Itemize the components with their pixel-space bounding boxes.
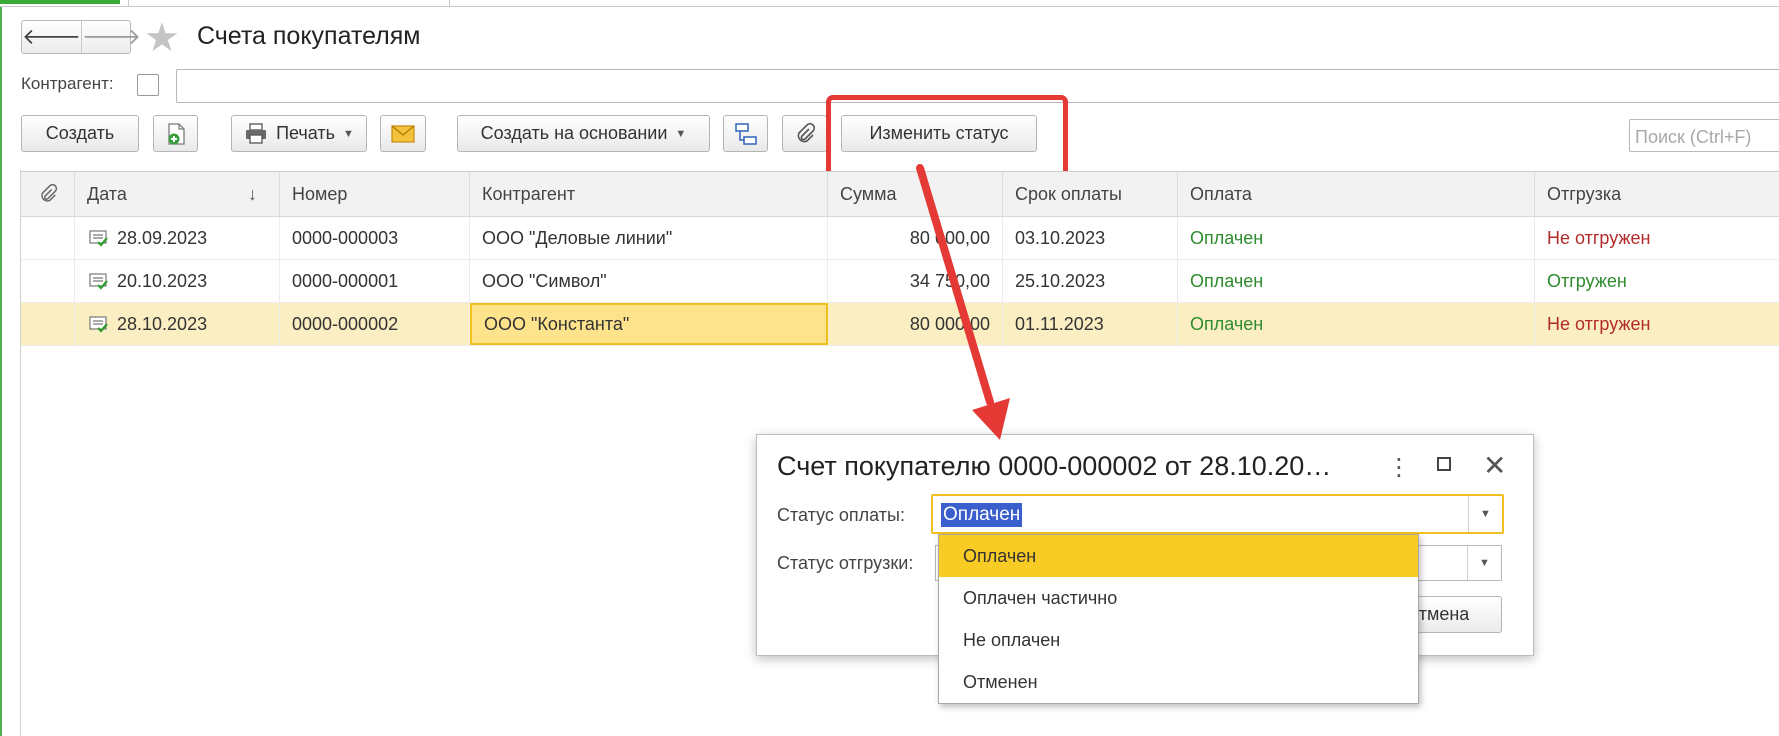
column-header-number[interactable]: Номер	[280, 172, 470, 216]
counterparty-filter-label: Контрагент:	[21, 74, 114, 93]
number-cell: 0000-000002	[280, 303, 470, 345]
column-header-label: Контрагент	[482, 183, 576, 204]
date-cell: 28.10.2023	[75, 303, 280, 345]
payment-status-label: Статус оплаты:	[777, 505, 905, 525]
column-header-label: Дата	[87, 183, 127, 204]
attachment-cell	[21, 217, 75, 259]
shipment-status-cell: Отгружен	[1535, 260, 1779, 302]
envelope-icon	[391, 124, 415, 143]
chevron-down-icon[interactable]: ▼	[1467, 546, 1501, 580]
payment-status-cell: Оплачен	[1178, 217, 1535, 259]
posted-document-icon	[89, 273, 108, 290]
column-header-shipment[interactable]: Отгрузка	[1535, 172, 1779, 216]
payment-status-cell: Оплачен	[1178, 303, 1535, 345]
left-accent-line	[0, 7, 2, 736]
create-based-on-label: Создать на основании	[480, 123, 668, 143]
sum-cell: 80 000,00	[828, 217, 1003, 259]
page-title: Счета покупателям	[197, 22, 421, 50]
more-options-icon[interactable]: ⋮	[1387, 453, 1411, 482]
dialog-title: Счет покупателю 0000-000002 от 28.10.20…	[777, 451, 1332, 481]
number-cell: 0000-000003	[280, 217, 470, 259]
search-placeholder: Поиск (Ctrl+F)	[1635, 127, 1752, 147]
create-button-label: Создать	[45, 123, 115, 143]
column-header-label: Сумма	[840, 183, 897, 204]
column-header-due[interactable]: Срок оплаты	[1003, 172, 1178, 216]
counterparty-filter-checkbox[interactable]	[137, 74, 159, 96]
posted-document-icon	[89, 230, 108, 247]
invoices-table: Дата ↓ Номер Контрагент Сумма Срок оплаты…	[21, 171, 1779, 346]
column-header-label: Отгрузка	[1547, 183, 1622, 204]
column-header-payment[interactable]: Оплата	[1178, 172, 1535, 216]
counterparty-cell: ООО "Символ"	[470, 260, 828, 302]
payment-status-value: Оплачен	[941, 503, 1023, 527]
arrow-right-icon: 🡒	[82, 24, 141, 49]
posted-document-icon	[89, 316, 108, 333]
shipment-status-cell: Не отгружен	[1535, 217, 1779, 259]
chevron-down-icon: ▼	[343, 127, 354, 140]
date-value: 28.09.2023	[117, 227, 208, 248]
create-button[interactable]: Создать	[21, 115, 139, 152]
attachment-cell	[21, 260, 75, 302]
nav-buttons: 🡐 🡒	[21, 20, 141, 54]
payment-status-dropdown: Оплачен Оплачен частично Не оплачен Отме…	[938, 534, 1419, 704]
email-button[interactable]	[380, 115, 426, 152]
create-based-on-button[interactable]: Создать на основании ▼	[457, 115, 710, 152]
payment-status-combobox[interactable]: Оплачен ▼	[931, 494, 1504, 534]
print-button[interactable]: Печать ▼	[231, 115, 367, 152]
window-tab-strip	[0, 0, 1779, 7]
structure-button[interactable]	[723, 115, 768, 152]
add-copy-button[interactable]	[153, 115, 198, 152]
column-header-label: Оплата	[1190, 183, 1252, 204]
date-value: 28.10.2023	[117, 313, 208, 334]
date-cell: 28.09.2023	[75, 217, 280, 259]
date-value: 20.10.2023	[117, 270, 208, 291]
attachments-button[interactable]	[782, 115, 827, 152]
due-cell: 25.10.2023	[1003, 260, 1178, 302]
chevron-down-icon: ▼	[675, 127, 687, 140]
dropdown-option-cancelled[interactable]: Отменен	[939, 661, 1418, 703]
attachment-column-header[interactable]	[21, 172, 75, 216]
table-row-selected[interactable]: 28.10.2023 0000-000002 ООО "Константа" 8…	[21, 303, 1779, 346]
due-cell: 03.10.2023	[1003, 217, 1178, 259]
paperclip-icon	[40, 184, 57, 202]
sum-cell: 80 000,00	[828, 303, 1003, 345]
shipment-status-cell: Не отгружен	[1535, 303, 1779, 345]
column-header-sum[interactable]: Сумма	[828, 172, 1003, 216]
back-button[interactable]: 🡐	[22, 21, 81, 53]
number-cell: 0000-000001	[280, 260, 470, 302]
table-row[interactable]: 28.09.2023 0000-000003 ООО "Деловые лини…	[21, 217, 1779, 260]
sum-cell: 34 750,00	[828, 260, 1003, 302]
maximize-icon[interactable]	[1437, 457, 1451, 471]
chevron-down-icon[interactable]: ▼	[1468, 496, 1502, 532]
shipment-status-label: Статус отгрузки:	[777, 553, 914, 573]
document-add-icon	[167, 122, 185, 145]
counterparty-cell-current[interactable]: ООО "Константа"	[470, 303, 828, 345]
date-cell: 20.10.2023	[75, 260, 280, 302]
payment-status-cell: Оплачен	[1178, 260, 1535, 302]
dropdown-option-partially-paid[interactable]: Оплачен частично	[939, 577, 1418, 619]
column-header-label: Срок оплаты	[1015, 183, 1122, 204]
attachment-cell	[21, 303, 75, 345]
due-cell: 01.11.2023	[1003, 303, 1178, 345]
counterparty-cell: ООО "Деловые линии"	[470, 217, 828, 259]
star-icon[interactable]: ★	[144, 18, 180, 58]
arrow-left-icon: 🡐	[22, 24, 81, 49]
hierarchy-icon	[734, 122, 757, 145]
dropdown-option-paid[interactable]: Оплачен	[939, 535, 1418, 577]
table-header: Дата ↓ Номер Контрагент Сумма Срок оплаты…	[21, 171, 1779, 217]
printer-icon	[246, 122, 267, 144]
close-icon[interactable]: ✕	[1483, 449, 1506, 482]
column-header-date[interactable]: Дата ↓	[75, 172, 280, 216]
sort-down-icon: ↓	[248, 183, 257, 204]
column-header-label: Номер	[292, 183, 348, 204]
column-header-counterparty[interactable]: Контрагент	[470, 172, 828, 216]
paperclip-icon	[797, 122, 815, 142]
table-row[interactable]: 20.10.2023 0000-000001 ООО "Символ" 34 7…	[21, 260, 1779, 303]
dropdown-option-not-paid[interactable]: Не оплачен	[939, 619, 1418, 661]
search-input[interactable]: Поиск (Ctrl+F)	[1629, 119, 1779, 152]
forward-button[interactable]: 🡒	[81, 21, 141, 53]
print-button-label: Печать	[276, 123, 336, 143]
